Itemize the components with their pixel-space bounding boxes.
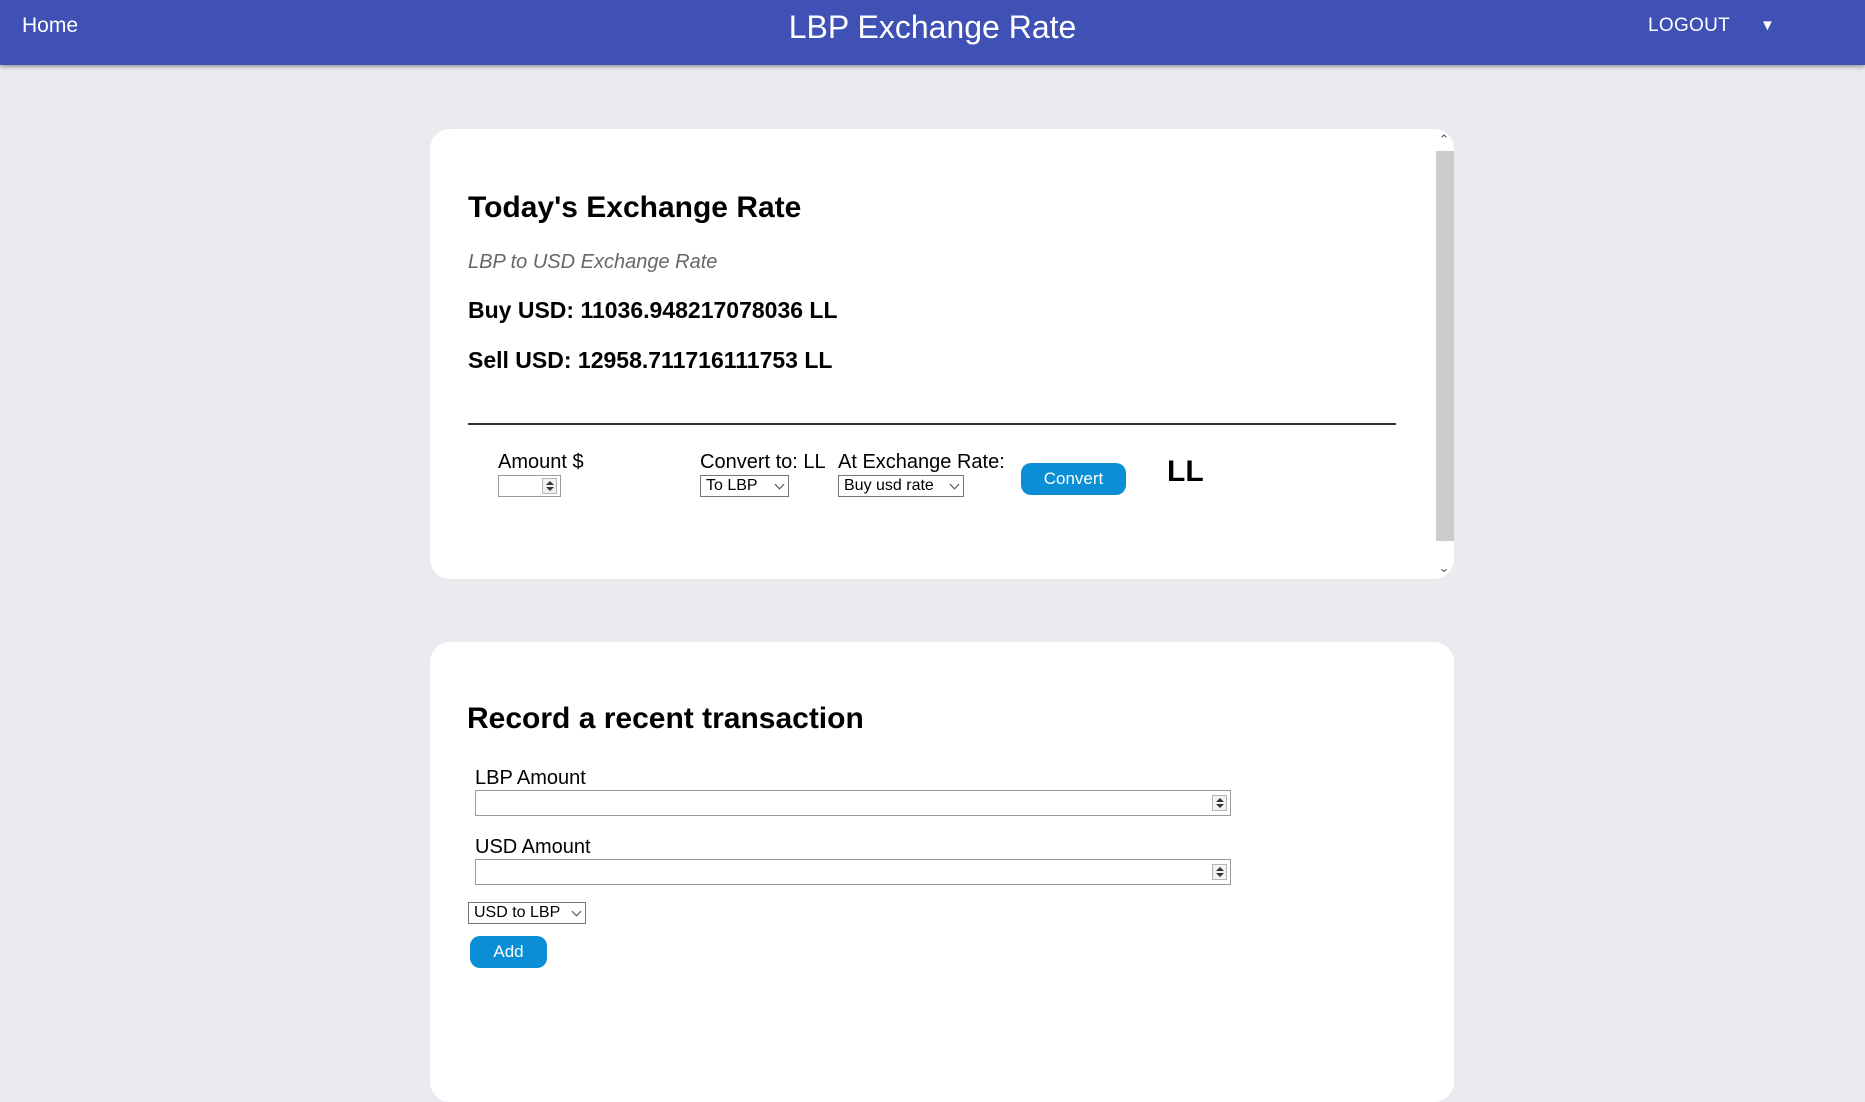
scroll-down-icon[interactable]: ⌄ bbox=[1434, 559, 1454, 577]
add-transaction-button[interactable]: Add bbox=[470, 936, 547, 968]
amount-stepper[interactable] bbox=[542, 478, 557, 494]
usd-amount-field[interactable] bbox=[476, 860, 1206, 884]
scroll-up-icon[interactable]: ⌃ bbox=[1434, 131, 1454, 149]
exchange-rate-select[interactable]: Buy usd rate bbox=[838, 475, 964, 497]
stepper-down-icon[interactable] bbox=[1216, 873, 1224, 877]
conversion-result: LL bbox=[1167, 455, 1204, 488]
chevron-down-icon bbox=[949, 479, 960, 490]
exchange-rate-label: At Exchange Rate: bbox=[838, 451, 1005, 473]
logout-button[interactable]: LOGOUT bbox=[1648, 15, 1730, 37]
user-menu-caret-icon[interactable]: ▼ bbox=[1760, 17, 1775, 35]
convert-to-select[interactable]: To LBP bbox=[700, 475, 789, 497]
transaction-direction-selected: USD to LBP bbox=[474, 904, 561, 921]
app-title: LBP Exchange Rate bbox=[788, 9, 1077, 45]
convert-button[interactable]: Convert bbox=[1021, 463, 1126, 495]
amount-label: Amount $ bbox=[498, 451, 584, 473]
card-scrollbar[interactable]: ⌃ ⌄ bbox=[1434, 129, 1454, 579]
usd-amount-label: USD Amount bbox=[475, 836, 591, 858]
sell-usd-rate: Sell USD: 12958.711716111753 LL bbox=[468, 347, 833, 373]
convert-to-label: Convert to: LL bbox=[700, 451, 826, 473]
chevron-down-icon bbox=[774, 479, 785, 490]
scrollbar-thumb[interactable] bbox=[1436, 151, 1454, 541]
lbp-amount-stepper[interactable] bbox=[1212, 795, 1227, 811]
exchange-rate-card: Today's Exchange Rate LBP to USD Exchang… bbox=[430, 129, 1454, 579]
usd-amount-field-wrapper bbox=[475, 859, 1231, 885]
top-navbar: Home LBP Exchange Rate LOGOUT ▼ bbox=[0, 0, 1865, 65]
stepper-up-icon[interactable] bbox=[1216, 798, 1224, 802]
stepper-down-icon[interactable] bbox=[546, 487, 554, 491]
convert-to-selected: To LBP bbox=[706, 477, 758, 494]
exchange-rate-title: Today's Exchange Rate bbox=[468, 191, 802, 224]
amount-input-wrapper bbox=[498, 475, 561, 497]
transaction-direction-select[interactable]: USD to LBP bbox=[468, 902, 586, 924]
lbp-amount-field[interactable] bbox=[476, 791, 1206, 815]
lbp-amount-label: LBP Amount bbox=[475, 767, 586, 789]
record-transaction-title: Record a recent transaction bbox=[467, 702, 864, 735]
stepper-up-icon[interactable] bbox=[546, 481, 554, 485]
chevron-down-icon bbox=[571, 906, 582, 917]
stepper-down-icon[interactable] bbox=[1216, 804, 1224, 808]
record-transaction-card: Record a recent transaction LBP Amount U… bbox=[430, 642, 1454, 1102]
lbp-amount-field-wrapper bbox=[475, 790, 1231, 816]
stepper-up-icon[interactable] bbox=[1216, 867, 1224, 871]
usd-amount-stepper[interactable] bbox=[1212, 864, 1227, 880]
divider bbox=[468, 423, 1396, 425]
buy-usd-rate: Buy USD: 11036.948217078036 LL bbox=[468, 297, 838, 323]
exchange-rate-selected: Buy usd rate bbox=[844, 477, 934, 494]
amount-input[interactable] bbox=[499, 476, 543, 496]
exchange-rate-subtitle: LBP to USD Exchange Rate bbox=[468, 251, 718, 273]
